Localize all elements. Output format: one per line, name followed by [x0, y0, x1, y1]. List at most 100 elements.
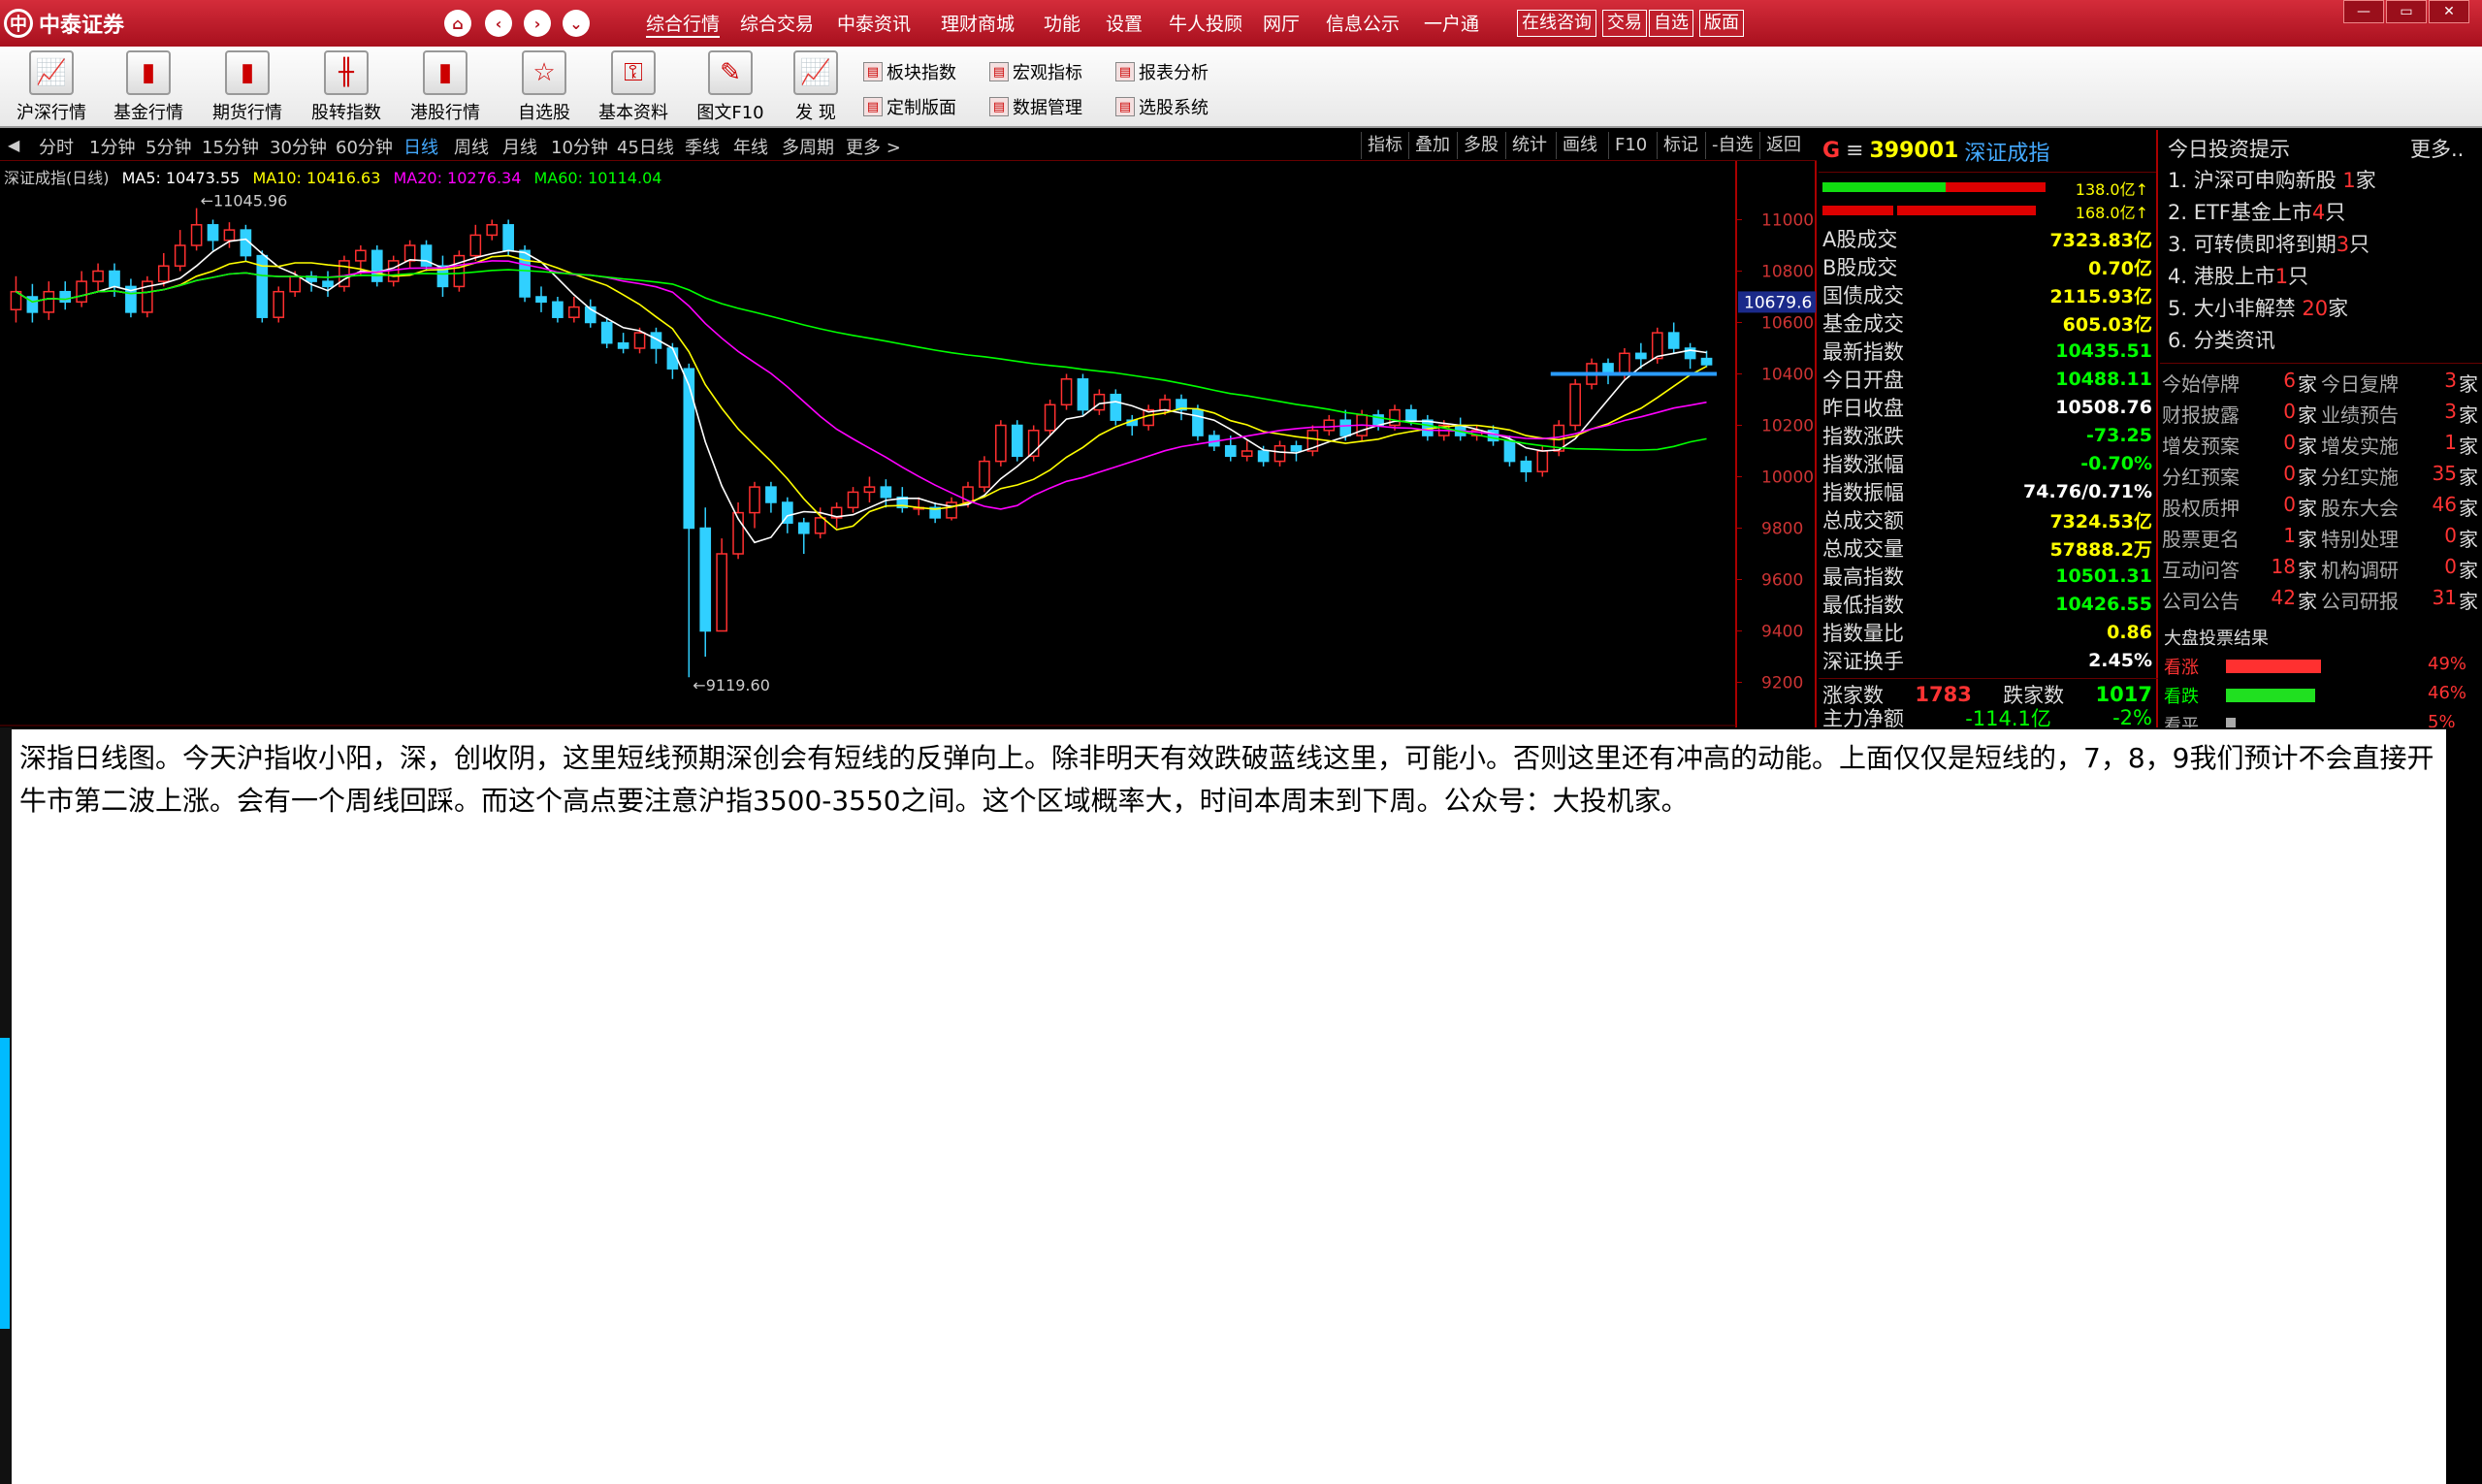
stat-row[interactable]: 今始停牌 6 家今日复牌 3 家: [2162, 369, 2480, 398]
stat-row[interactable]: 公司公告 42 家公司研报 31 家: [2162, 586, 2480, 615]
quote-row-value: 605.03亿: [2062, 313, 2152, 336]
toolbar-5[interactable]: ☆ 自选股: [500, 50, 588, 126]
pen-icon: ✎: [708, 50, 753, 95]
inflow-bar-red: [1822, 182, 2046, 192]
candle-icon: ╫: [324, 50, 369, 95]
toolbar-small-0[interactable]: ▤ 板块指数: [863, 58, 956, 85]
toolbar-small-4[interactable]: ▤ 报表分析: [1115, 58, 1209, 85]
stat-row[interactable]: 财报披露 0 家业绩预告 3 家: [2162, 400, 2480, 429]
period-1[interactable]: 1分钟: [89, 134, 135, 159]
menu-item-2[interactable]: 中泰资讯: [837, 10, 911, 36]
chart-tool-8[interactable]: 返回: [1759, 132, 1807, 159]
close-icon[interactable]: ✕: [2429, 0, 2469, 23]
top-button-0[interactable]: 在线咨询: [1517, 10, 1596, 37]
toolbar-small-5[interactable]: ▤ 选股系统: [1115, 93, 1209, 120]
tip-item-4[interactable]: 5. 大小非解禁 20家: [2168, 293, 2348, 322]
period-8[interactable]: 月线: [502, 134, 537, 159]
candle-body: [552, 301, 564, 318]
tip-item-2[interactable]: 3. 可转债即将到期3只: [2168, 229, 2369, 258]
forward-icon[interactable]: ›: [524, 10, 551, 37]
toolbar-0[interactable]: 📈 沪深行情: [8, 50, 95, 126]
back-icon[interactable]: ‹: [485, 10, 512, 37]
period-7[interactable]: 周线: [454, 134, 489, 159]
period-14[interactable]: 更多 >: [846, 134, 901, 159]
toolbar-small-label: 宏观指标: [1013, 63, 1082, 83]
stat-row[interactable]: 分红预案 0 家分红实施 35 家: [2162, 462, 2480, 491]
chart-line-icon: 📈: [793, 50, 838, 95]
chart-tool-4[interactable]: 画线: [1556, 132, 1603, 159]
chart-tool-6[interactable]: 标记: [1657, 132, 1704, 159]
period-4[interactable]: 30分钟: [270, 134, 327, 159]
period-11[interactable]: 季线: [685, 134, 720, 159]
candle-body: [814, 517, 826, 534]
scroll-handle[interactable]: [0, 1038, 10, 1329]
toolbar-7[interactable]: ✎ 图文F10: [687, 50, 774, 126]
toolbar-small-2[interactable]: ▤ 宏观指标: [989, 58, 1082, 85]
top-button-1[interactable]: 交易: [1602, 10, 1647, 37]
quote-row-value: 0.70亿: [2088, 257, 2152, 279]
stat-row[interactable]: 股权质押 0 家股东大会 46 家: [2162, 493, 2480, 522]
tip-item-1[interactable]: 2. ETF基金上市4只: [2168, 197, 2345, 226]
right-edge: [2452, 727, 2482, 1484]
quote-row: 指数振幅 74.76/0.71%: [1822, 478, 2152, 505]
chart-tool-1[interactable]: 叠加: [1408, 132, 1456, 159]
chart-tool-5[interactable]: F10: [1608, 132, 1653, 159]
chart-tool-7[interactable]: -自选: [1705, 132, 1759, 159]
toolbar-3[interactable]: ╫ 股转指数: [303, 50, 390, 126]
stat-row[interactable]: 股票更名 1 家特别处理 0 家: [2162, 524, 2480, 553]
toolbar-2[interactable]: ▮ 期货行情: [204, 50, 291, 126]
toolbar-small-3[interactable]: ▤ 数据管理: [989, 93, 1082, 120]
toolbar-8[interactable]: 📈 发 现: [772, 50, 859, 126]
menu-item-9[interactable]: 一户通: [1424, 10, 1479, 36]
tip-item-0[interactable]: 1. 沪深可申购新股 1家: [2168, 165, 2376, 194]
restore-icon[interactable]: ▭: [2386, 0, 2427, 23]
tips-more-link[interactable]: 更多..: [2410, 134, 2464, 163]
toolbar-6[interactable]: ⚿ 基本资料: [590, 50, 677, 126]
candle-body: [633, 332, 646, 349]
period-2[interactable]: 5分钟: [145, 134, 191, 159]
period-13[interactable]: 多周期: [782, 134, 834, 159]
period-12[interactable]: 年线: [733, 134, 768, 159]
menu-item-7[interactable]: 网厅: [1263, 10, 1300, 36]
period-9[interactable]: 10分钟: [551, 134, 608, 159]
tip-item-5[interactable]: 6. 分类资讯: [2168, 325, 2275, 354]
minimize-icon[interactable]: —: [2343, 0, 2384, 23]
menu-item-8[interactable]: 信息公示: [1326, 10, 1400, 36]
kline-chart[interactable]: 11000 10800 10600 10400 10200 10000 9800 9600 94…: [0, 161, 1817, 727]
candle-body: [946, 501, 957, 519]
period-10[interactable]: 45日线: [617, 134, 674, 159]
top-button-2[interactable]: 自选: [1649, 10, 1693, 37]
toolbar-4[interactable]: ▮ 港股行情: [402, 50, 489, 126]
period-0[interactable]: 分时: [39, 134, 74, 159]
period-bar-icon[interactable]: ◀: [8, 136, 19, 154]
menu-item-5[interactable]: 设置: [1106, 10, 1143, 36]
menu-item-6[interactable]: 牛人投顾: [1169, 10, 1242, 36]
menu-item-4[interactable]: 功能: [1044, 10, 1080, 36]
inflow-value-1: 138.0亿↑: [2075, 180, 2148, 199]
home-icon[interactable]: ⌂: [444, 10, 471, 37]
candle-body: [797, 522, 810, 534]
menu-icon[interactable]: ≡: [1846, 139, 1863, 163]
toolbar-1[interactable]: ▮ 基金行情: [105, 50, 192, 126]
toolbar-small-1[interactable]: ▤ 定制版面: [863, 93, 956, 120]
menu-item-1[interactable]: 综合交易: [740, 10, 814, 36]
tip-item-3[interactable]: 4. 港股上市1只: [2168, 261, 2308, 290]
chart-tool-2[interactable]: 多股: [1457, 132, 1504, 159]
toolbar-label: 基本资料: [598, 103, 668, 123]
top-button-3[interactable]: 版面: [1699, 10, 1744, 37]
toolbar-label: 沪深行情: [16, 103, 86, 123]
period-bar: 分时 1分钟 5分钟 15分钟 30分钟 60分钟 日线 周线 月线 10分钟 45日线 季线 年线 多周…: [0, 130, 1817, 161]
chart-tool-3[interactable]: 统计: [1505, 132, 1553, 159]
dropdown-icon[interactable]: ⌄: [563, 10, 590, 37]
toolbar-label: 港股行情: [410, 103, 480, 123]
menu-item-3[interactable]: 理财商城: [941, 10, 1015, 36]
chart-tool-0[interactable]: 指标: [1361, 132, 1408, 159]
low-label: ←9119.60: [693, 676, 770, 694]
toolbar-small-label: 板块指数: [886, 63, 956, 83]
period-3[interactable]: 15分钟: [202, 134, 259, 159]
period-6[interactable]: 日线: [403, 134, 438, 159]
stat-row[interactable]: 增发预案 0 家增发实施 1 家: [2162, 431, 2480, 460]
menu-item-0[interactable]: 综合行情: [646, 10, 721, 38]
stat-row[interactable]: 互动问答 18 家机构调研 0 家: [2162, 555, 2480, 584]
period-5[interactable]: 60分钟: [336, 134, 393, 159]
